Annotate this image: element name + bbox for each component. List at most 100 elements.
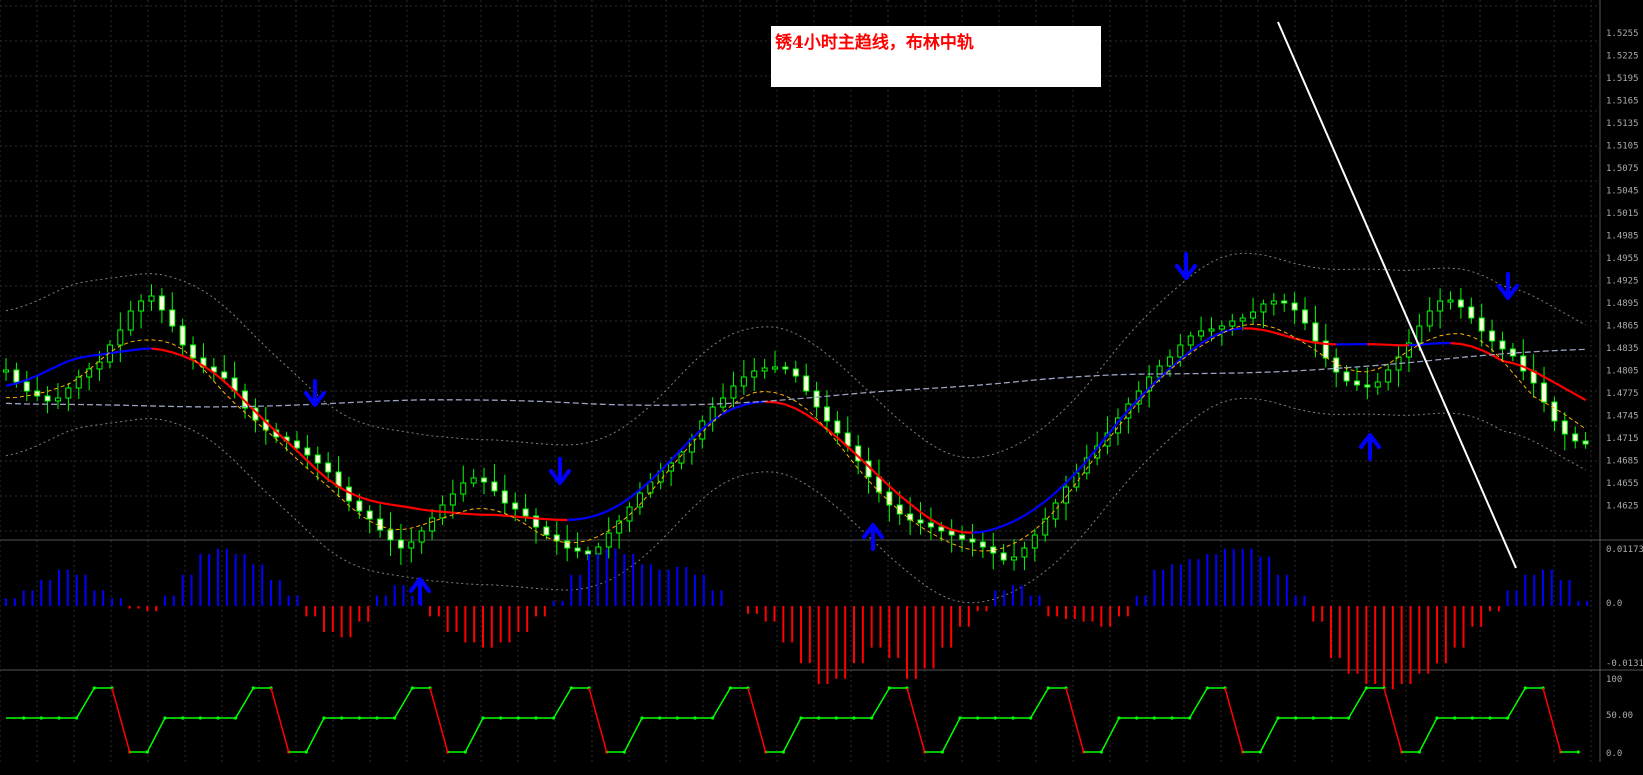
y-tick-label: 1.5195 xyxy=(1606,74,1639,84)
candle-body xyxy=(1208,328,1215,332)
candle-body xyxy=(387,529,394,541)
candle-body xyxy=(1561,420,1568,435)
candle-body xyxy=(491,481,498,492)
candle-body xyxy=(730,385,737,399)
candle-body xyxy=(1499,340,1506,350)
y-tick-label: 1.4835 xyxy=(1606,344,1639,354)
trend-ma-segment xyxy=(504,514,516,518)
candle-body xyxy=(1509,348,1516,357)
candle-body xyxy=(304,447,311,456)
y-tick-label: 1.4655 xyxy=(1606,479,1639,489)
trend-ma-segment xyxy=(421,508,433,512)
candle-body xyxy=(751,370,758,378)
y-tick-label: 1.4685 xyxy=(1606,457,1639,467)
candle-body xyxy=(927,522,934,528)
trend-ma-segment xyxy=(431,509,443,513)
trend-ma-segment xyxy=(972,530,983,534)
candle-body xyxy=(127,310,134,331)
candle-body xyxy=(1385,369,1392,383)
y-tick-label: 1.4805 xyxy=(1606,367,1639,377)
trend-ma-segment xyxy=(1232,327,1243,331)
candle-body xyxy=(501,490,508,504)
macd-tick-label: 0.0 xyxy=(1606,599,1622,609)
trend-ma-segment xyxy=(442,510,453,514)
candle-body xyxy=(574,547,581,552)
candle-body xyxy=(616,520,623,534)
candle-body xyxy=(356,500,363,512)
candle-body xyxy=(117,329,124,346)
candle-body xyxy=(543,526,550,536)
candle-body xyxy=(1520,355,1527,372)
candle-body xyxy=(1218,325,1225,330)
candle-body xyxy=(1239,317,1246,322)
candle-body xyxy=(44,395,51,402)
trend-ma-segment xyxy=(109,350,121,355)
candle-body xyxy=(678,451,685,464)
candle-body xyxy=(158,295,165,311)
trend-ma-segment xyxy=(151,347,163,351)
trend-ma-segment xyxy=(525,516,537,520)
candle-body xyxy=(907,513,914,521)
candle-body xyxy=(1177,344,1184,358)
trend-ma-segment xyxy=(390,503,402,508)
candle-body xyxy=(1198,330,1205,337)
candle-body xyxy=(221,371,228,379)
candle-body xyxy=(584,550,591,555)
y-tick-label: 1.5015 xyxy=(1606,209,1639,219)
y-tick-label: 1.4865 xyxy=(1606,322,1639,332)
candle-body xyxy=(366,510,373,520)
trend-ma-segment xyxy=(88,353,100,358)
trend-ma-segment xyxy=(535,517,547,521)
candle-body xyxy=(1250,311,1257,319)
macd-tick-label: -0.01316 xyxy=(1606,659,1643,669)
candle-body xyxy=(1031,534,1038,549)
y-tick-label: 1.5135 xyxy=(1606,119,1639,129)
candle-body xyxy=(179,325,186,346)
candle-body xyxy=(834,420,841,434)
trend-ma-segment xyxy=(494,513,505,517)
candle-body xyxy=(1447,299,1454,303)
candle-body xyxy=(1042,518,1049,536)
trend-ma-segment xyxy=(120,349,131,353)
y-tick-label: 1.5165 xyxy=(1606,97,1639,107)
candle-body xyxy=(938,526,945,532)
candle-body xyxy=(1021,547,1028,558)
y-tick-label: 1.5045 xyxy=(1606,187,1639,197)
candle-body xyxy=(65,387,72,399)
candle-body xyxy=(1468,306,1475,319)
candle-body xyxy=(1572,433,1579,442)
candle-body xyxy=(1270,300,1277,305)
candle-body xyxy=(761,367,768,372)
candle-body xyxy=(1000,552,1007,561)
candle-body xyxy=(169,309,176,327)
candle-body xyxy=(314,454,321,464)
trend-ma-segment xyxy=(463,512,474,516)
candle-body xyxy=(1489,330,1496,342)
candle-body xyxy=(792,368,799,377)
candle-body xyxy=(948,530,955,536)
candle-body xyxy=(969,538,976,543)
candle-body xyxy=(54,397,61,402)
candle-body xyxy=(377,518,384,531)
trading-chart: 1.5255 1.5225 1.5195 1.5165 1.5135 1.5105 1.50… xyxy=(0,0,1643,775)
candle-body xyxy=(595,546,602,555)
y-tick-label: 1.5255 xyxy=(1606,29,1639,39)
candle-body xyxy=(1281,300,1288,304)
candle-body xyxy=(418,530,425,543)
trend-ma-segment xyxy=(567,518,578,522)
candle-body xyxy=(1353,380,1360,386)
candle-body xyxy=(1457,299,1464,308)
trend-ma-segment xyxy=(515,515,526,519)
candle-body xyxy=(1551,401,1558,422)
y-tick-label: 1.5075 xyxy=(1606,164,1639,174)
trend-ma-segment xyxy=(546,518,557,521)
trend-ma-segment xyxy=(1450,342,1461,346)
candle-body xyxy=(626,506,633,522)
trend-ma-segment xyxy=(130,347,142,352)
trend-ma-segment xyxy=(1252,327,1264,332)
candle-body xyxy=(408,541,415,549)
candle-body xyxy=(1011,556,1018,561)
candle-body xyxy=(3,369,9,373)
y-tick-label: 1.4955 xyxy=(1606,254,1639,264)
candle-body xyxy=(1426,310,1433,327)
